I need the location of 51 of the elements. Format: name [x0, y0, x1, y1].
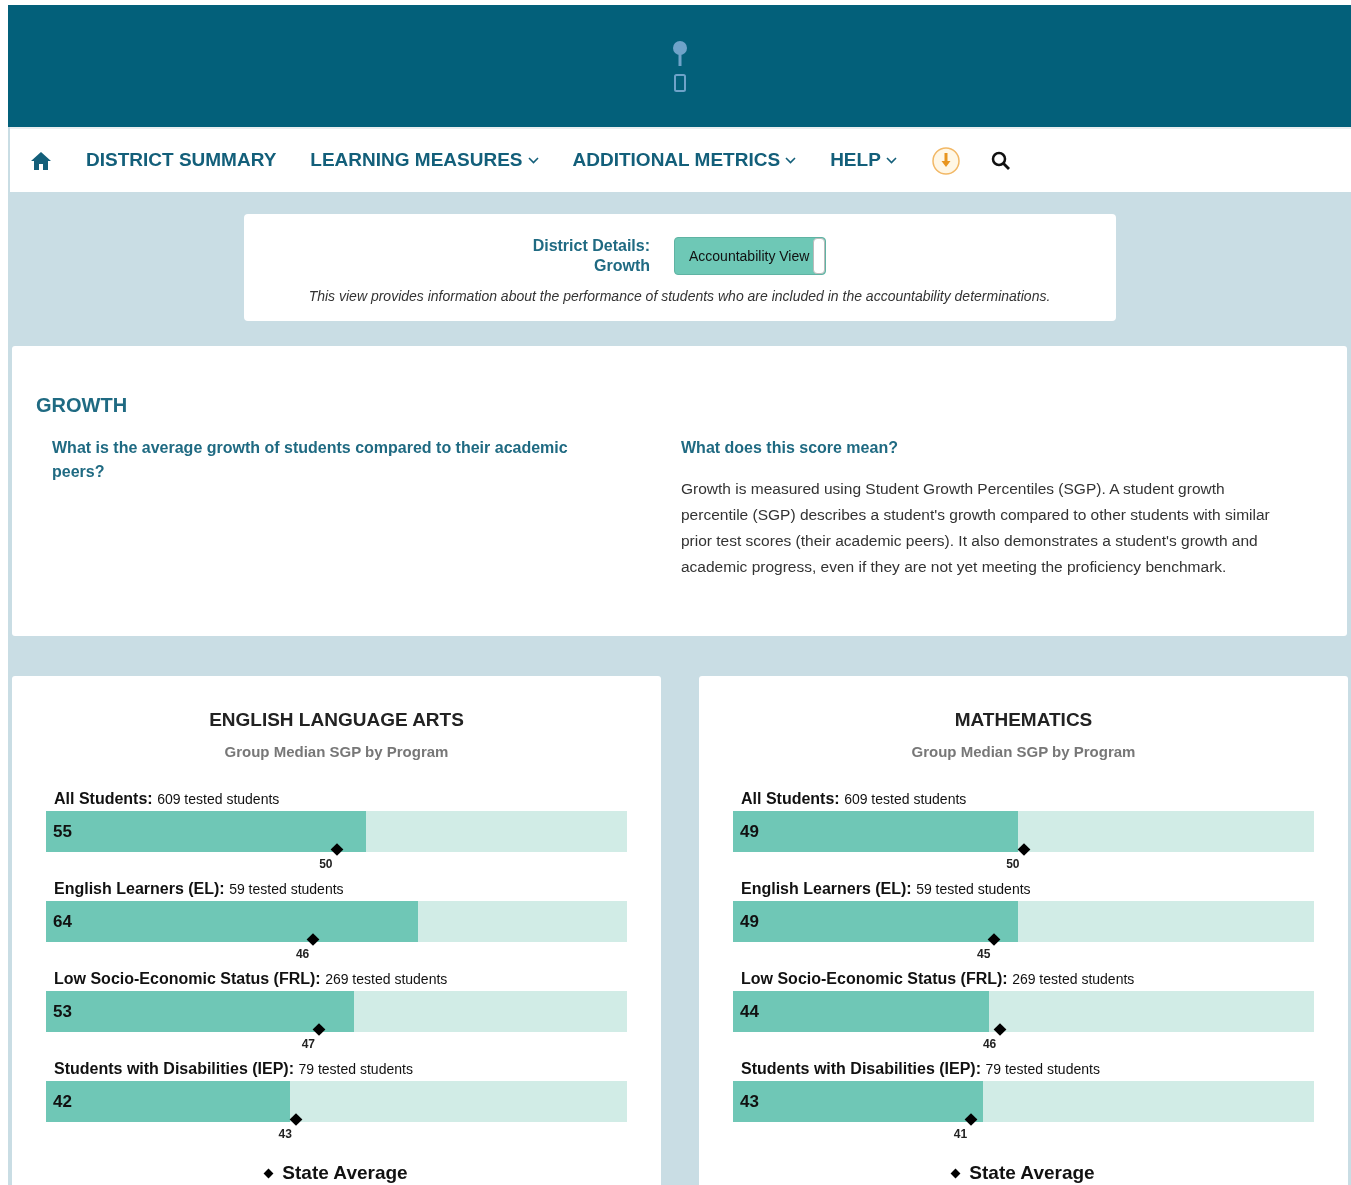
question-text: What is the average growth of students compared to their academic peers? [52, 438, 569, 482]
chart-subtitle: Group Median SGP by Program [223, 741, 450, 762]
bar-fill: 49 [733, 901, 1018, 942]
accountability-toggle[interactable]: Accountability View [674, 237, 827, 275]
bar-fill: 55 [46, 811, 366, 852]
details-subtitle: Growth [593, 256, 650, 276]
nav-link[interactable]: ADDITIONAL METRICS [572, 146, 797, 175]
legend-marker-icon [950, 1168, 961, 1179]
bar-fill: 43 [733, 1081, 983, 1122]
state-average-value: 46 [295, 946, 310, 963]
state-average-value: 46 [982, 1036, 997, 1053]
state-average-value: 41 [953, 1126, 968, 1143]
bar-fill: 64 [46, 901, 418, 942]
pin-icon [671, 40, 688, 68]
legend-marker-icon [263, 1168, 274, 1179]
bar-fill: 53 [46, 991, 354, 1032]
state-average-value: 50 [319, 856, 333, 873]
group-label: English Learners (EL): 59 tested students [741, 879, 1032, 899]
bar-fill: 49 [733, 811, 1018, 852]
group-label: All Students: 609 tested students [741, 789, 968, 809]
group-label: All Students: 609 tested students [54, 789, 281, 809]
explain-text: Growth is measured using Student Growth Percentiles (SGP). A student growth percentile (SGP) describes a student's growth compared to other students with similar prior test scores (their academic peers). It also demonstrates a student's growth and academic progress, even if they are not yet meeting the proficiency benchmark. [681, 479, 1271, 577]
chart-title: MATHEMATICS [953, 708, 1094, 732]
group-label: Students with Disabilities (IEP): 79 tested students [741, 1059, 1101, 1079]
group-label: English Learners (EL): 59 tested students [54, 879, 345, 899]
state-average-value: 43 [278, 1126, 292, 1143]
chevron-icon [885, 157, 897, 164]
chevron-icon [527, 157, 539, 164]
explain-title: What does this score mean? [681, 438, 899, 458]
home-icon[interactable] [30, 150, 52, 171]
section-heading: GROWTH [36, 393, 129, 418]
phone-icon [673, 74, 686, 92]
chart-subtitle: Group Median SGP by Program [910, 741, 1137, 762]
state-average-value: 47 [301, 1036, 316, 1053]
group-label: Students with Disabilities (IEP): 79 tested students [54, 1059, 414, 1079]
legend-label: State Average [969, 1161, 1095, 1185]
nav-link[interactable]: DISTRICT SUMMARY [86, 146, 277, 175]
legend-label: State Average [282, 1161, 408, 1185]
nav-link[interactable]: HELP [830, 146, 897, 175]
bar-fill: 42 [46, 1081, 290, 1122]
view-description: This view provides information about the performance of students who are included in the accountability determinations. [307, 287, 1052, 306]
chevron-icon [785, 157, 797, 164]
group-label: Low Socio-Economic Status (FRL): 269 tested students [741, 969, 1136, 989]
nav-link[interactable]: LEARNING MEASURES [310, 146, 539, 175]
state-average-value: 50 [1006, 856, 1020, 873]
group-label: Low Socio-Economic Status (FRL): 269 tested students [54, 969, 449, 989]
bar-fill: 44 [733, 991, 989, 1032]
search-icon[interactable] [990, 150, 1011, 171]
state-average-value: 45 [977, 946, 991, 963]
details-title: District Details: [532, 236, 650, 256]
chart-title: ENGLISH LANGUAGE ARTS [208, 708, 465, 732]
